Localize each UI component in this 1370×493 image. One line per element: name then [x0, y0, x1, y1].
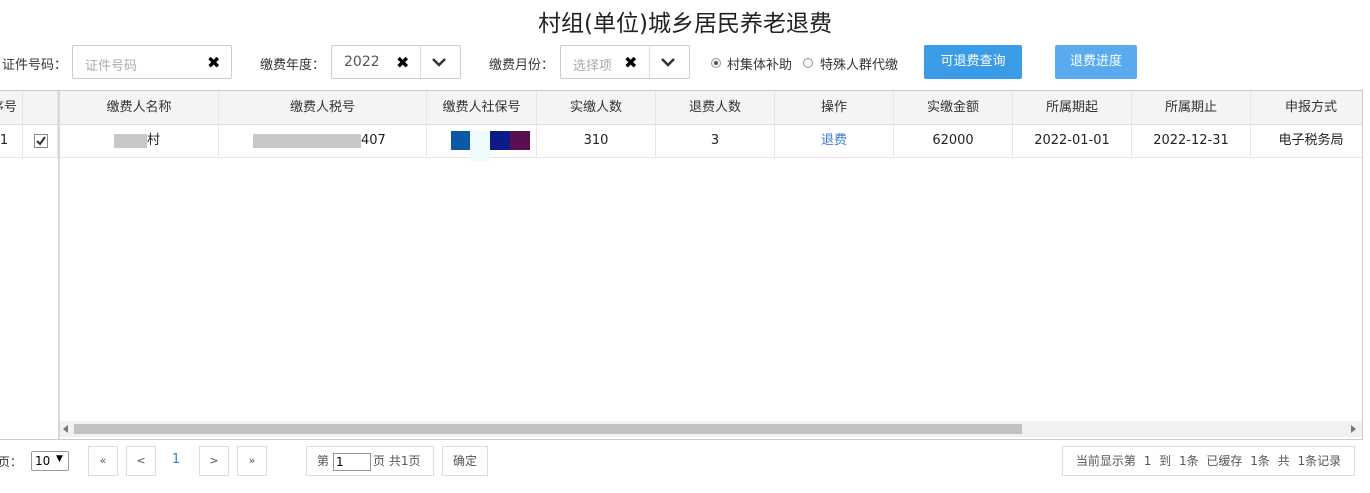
- row-seq: 1: [0, 125, 23, 157]
- page-suffix: 页 共1页: [373, 454, 421, 468]
- radio-special-group[interactable]: [803, 58, 813, 68]
- clear-year-icon[interactable]: ✖: [396, 53, 409, 72]
- header-amount: 实缴金额: [894, 91, 1013, 124]
- per-page-select[interactable]: 10 ▼: [31, 451, 69, 471]
- row-social-security-no: [427, 125, 537, 161]
- header-seq: 序号: [0, 91, 23, 124]
- clear-month-icon[interactable]: ✖: [624, 53, 637, 72]
- first-page-button[interactable]: «: [88, 446, 118, 476]
- row-select-cell: [23, 125, 58, 157]
- page-number-current[interactable]: 1: [161, 446, 191, 476]
- month-placeholder: 选择项: [573, 59, 613, 74]
- per-page-value: 10: [35, 454, 51, 468]
- header-declare-method: 申报方式: [1284, 100, 1337, 115]
- clear-id-icon[interactable]: ✖: [207, 53, 220, 72]
- redacted-ss-block-4: [510, 131, 530, 150]
- last-page-button[interactable]: »: [237, 446, 267, 476]
- row-period-start: 2022-01-01: [1013, 125, 1132, 157]
- payer-name-suffix: 村: [147, 133, 161, 148]
- row-refund-count: 3: [656, 125, 775, 157]
- row-paid-count: 310: [537, 125, 656, 157]
- confirm-page-button[interactable]: 确定: [442, 446, 488, 476]
- per-page-label: 每页：: [0, 455, 23, 469]
- header-social-security-no: 缴费人社保号: [427, 91, 537, 124]
- pager-status: 当前显示第 1 到 1条 已缓存 1条 共 1条记录: [1062, 446, 1355, 476]
- redacted-ss-block-3: [490, 131, 510, 150]
- select-arrow-icon: ▼: [56, 454, 63, 464]
- header-paid-count: 实缴人数: [537, 91, 656, 124]
- id-number-placeholder: 证件号码: [85, 59, 138, 74]
- row-period-end: 2022-12-31: [1132, 125, 1251, 157]
- page-jump-group: 第 1 页 共1页: [306, 446, 434, 476]
- id-number-label: 证件号码：: [2, 58, 68, 73]
- header-period-start: 所属期起: [1013, 91, 1132, 124]
- row-declare-method: 电子税务局: [1278, 133, 1344, 148]
- redacted-tax-block: [253, 134, 361, 148]
- radio-village-subsidy[interactable]: [711, 58, 721, 68]
- year-value: 2022: [344, 54, 380, 70]
- scrollbar-thumb[interactable]: [74, 424, 1022, 434]
- page-prefix: 第: [317, 454, 330, 468]
- row-checkbox[interactable]: [34, 134, 48, 148]
- row-payer-name: 村: [60, 125, 219, 157]
- refund-progress-button[interactable]: 退费进度: [1055, 45, 1137, 79]
- tax-id-suffix: 407: [361, 133, 386, 148]
- scroll-right-icon[interactable]: [1351, 425, 1357, 433]
- table-row[interactable]: 1 村 407 310 3 退费 62000 2022-01-01 2022-1…: [0, 125, 1362, 161]
- redacted-name-block: [114, 134, 147, 148]
- prev-page-button[interactable]: <: [126, 446, 156, 476]
- radio-special-label: 特殊人群代缴: [820, 58, 899, 73]
- horizontal-scrollbar[interactable]: [60, 421, 1362, 437]
- month-divider: [649, 46, 650, 78]
- frozen-column-divider: [58, 91, 60, 439]
- id-number-input[interactable]: 证件号码 ✖: [72, 45, 232, 79]
- radio-village-label: 村集体补助: [727, 58, 793, 73]
- year-select[interactable]: 2022 ✖: [331, 45, 461, 79]
- redacted-ss-block-2: [470, 131, 490, 161]
- month-select[interactable]: 选择项 ✖: [560, 45, 690, 79]
- next-page-button[interactable]: >: [199, 446, 229, 476]
- redacted-ss-block-1: [451, 131, 470, 150]
- month-label: 缴费月份：: [489, 58, 555, 73]
- table-header: 序号 缴费人名称 缴费人税号 缴费人社保号 实缴人数 退费人数 操作 实缴金额 …: [0, 91, 1362, 125]
- year-label: 缴费年度：: [260, 58, 326, 73]
- query-refundable-button[interactable]: 可退费查询: [924, 45, 1022, 79]
- chevron-down-icon[interactable]: [661, 57, 675, 67]
- header-period-end: 所属期止: [1132, 91, 1251, 124]
- refund-table: 序号 缴费人名称 缴费人税号 缴费人社保号 实缴人数 退费人数 操作 实缴金额 …: [0, 90, 1363, 440]
- scroll-left-icon[interactable]: [63, 425, 69, 433]
- chevron-down-icon[interactable]: [432, 57, 446, 67]
- header-payer-tax-id: 缴费人税号: [219, 91, 427, 124]
- header-refund-count: 退费人数: [656, 91, 775, 124]
- year-divider: [420, 46, 421, 78]
- row-payer-tax-id: 407: [219, 125, 427, 157]
- page-jump-input[interactable]: 1: [333, 453, 371, 471]
- refund-action-link[interactable]: 退费: [775, 125, 894, 157]
- header-select: [23, 91, 58, 124]
- header-payer-name: 缴费人名称: [60, 91, 219, 124]
- header-action: 操作: [775, 91, 894, 124]
- row-amount: 62000: [894, 125, 1013, 157]
- page-title: 村组(单位)城乡居民养老退费: [538, 11, 832, 37]
